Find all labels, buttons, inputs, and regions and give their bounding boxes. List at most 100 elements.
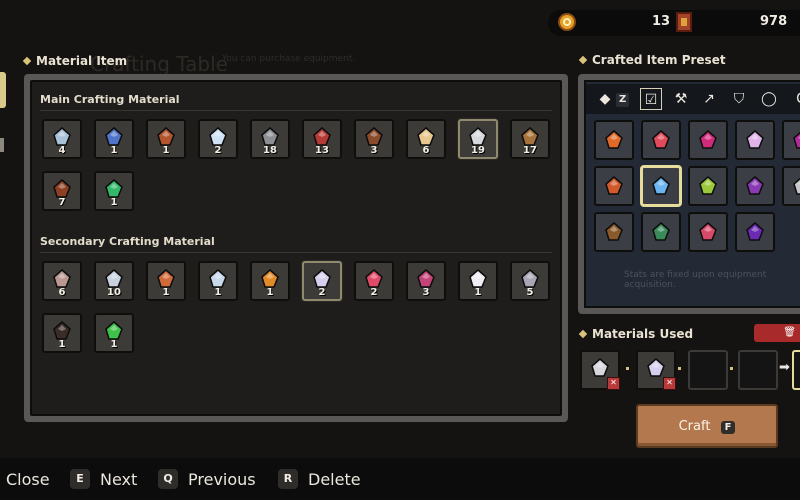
item-count: 18 <box>263 145 277 156</box>
item-count: 2 <box>214 145 222 156</box>
item-count: 2 <box>370 287 378 298</box>
item-count: 1 <box>110 145 118 156</box>
craft-button[interactable]: Craft F <box>636 404 778 448</box>
material-used-slot[interactable]: ✕ <box>580 350 620 390</box>
material-slot[interactable]: 13 <box>302 119 342 159</box>
material-slot[interactable]: 1 <box>458 261 498 301</box>
empty-slot[interactable] <box>688 350 728 390</box>
material-slot[interactable]: 2 <box>198 119 238 159</box>
preset-item-slot[interactable] <box>735 120 775 160</box>
checkbox-icon[interactable]: ☑ <box>640 88 662 110</box>
preset-item-slot[interactable] <box>688 120 728 160</box>
pink-chain-icon <box>699 222 717 241</box>
item-count: 13 <box>315 145 329 156</box>
material-slot[interactable]: 19 <box>458 119 498 159</box>
side-tab-active[interactable] <box>0 72 6 108</box>
pickaxe-icon[interactable]: ⚒ <box>670 88 692 110</box>
result-arrow-icon: ➡ <box>779 360 790 375</box>
shield-icon[interactable]: ⛉ <box>728 88 750 110</box>
trash-icon: 🗑 <box>783 327 796 338</box>
coin-count: 13 <box>652 14 671 29</box>
item-count: 19 <box>471 145 485 156</box>
ghost-subtitle: You can purchase equipment. <box>222 54 356 64</box>
gold-coin-icon <box>558 13 576 31</box>
material-item-heading: Material Item <box>22 54 127 68</box>
dark-amulet-icon <box>746 222 764 241</box>
material-slot[interactable]: 1 <box>94 119 134 159</box>
net-icon <box>793 177 800 195</box>
remove-material-icon[interactable]: ✕ <box>607 377 620 390</box>
material-slot[interactable]: 1 <box>146 119 186 159</box>
item-count: 1 <box>474 287 482 298</box>
material-slot[interactable]: 1 <box>94 171 134 211</box>
close-button[interactable]: Close <box>6 470 50 489</box>
back-arrow-icon[interactable]: ◆ Z <box>594 88 630 110</box>
secondary-material-heading: Secondary Crafting Material <box>40 235 215 248</box>
material-slot[interactable]: 10 <box>94 261 134 301</box>
book-count: 978 <box>760 14 788 29</box>
material-slot[interactable]: 3 <box>406 261 446 301</box>
item-count: 4 <box>58 145 66 156</box>
preset-item-slot[interactable] <box>735 212 775 252</box>
c-key-icon[interactable]: C <box>790 88 800 110</box>
material-slot[interactable]: 17 <box>510 119 550 159</box>
divider <box>40 110 552 111</box>
preset-item-slot[interactable] <box>641 212 681 252</box>
clear-materials-button[interactable]: 🗑 <box>754 324 800 342</box>
material-slot[interactable]: 1 <box>198 261 238 301</box>
fire-axe-icon <box>605 176 623 195</box>
preset-item-slot[interactable] <box>735 166 775 206</box>
spellbook-icon <box>676 12 692 32</box>
preset-item-slot[interactable] <box>782 120 800 160</box>
gauntlet-icon <box>605 222 623 241</box>
material-slot[interactable]: 2 <box>354 261 394 301</box>
item-count: 10 <box>107 287 121 298</box>
staff-icon[interactable]: ↗ <box>698 88 720 110</box>
material-slot[interactable]: 1 <box>94 313 134 353</box>
item-count: 1 <box>162 145 170 156</box>
delete-button[interactable]: Delete <box>308 470 361 489</box>
material-slot[interactable]: 3 <box>354 119 394 159</box>
side-tab[interactable] <box>0 138 4 152</box>
material-used-slot[interactable]: ✕ <box>636 350 676 390</box>
preset-item-slot[interactable] <box>594 166 634 206</box>
preset-item-slot[interactable] <box>688 166 728 206</box>
orb-staff-icon <box>746 130 764 149</box>
preset-item-slot[interactable] <box>594 212 634 252</box>
previous-button[interactable]: Previous <box>188 470 256 489</box>
preset-item-slot[interactable] <box>594 120 634 160</box>
preset-item-slot[interactable] <box>641 166 681 206</box>
material-slot[interactable]: 18 <box>250 119 290 159</box>
material-slot[interactable]: 1 <box>146 261 186 301</box>
materials-used-heading: Materials Used <box>578 327 693 341</box>
material-slot[interactable]: 4 <box>42 119 82 159</box>
shadow-staff-icon <box>746 176 764 195</box>
remove-material-icon[interactable]: ✕ <box>663 377 676 390</box>
preset-heading: Crafted Item Preset <box>578 53 726 67</box>
material-slot[interactable]: 6 <box>406 119 446 159</box>
main-material-heading: Main Crafting Material <box>40 93 180 106</box>
material-slot[interactable]: 5 <box>510 261 550 301</box>
diamond-bullet-icon <box>578 55 588 65</box>
connector-dot <box>678 367 681 370</box>
material-slot[interactable]: 2 <box>302 261 342 301</box>
item-count: 1 <box>214 287 222 298</box>
material-slot[interactable]: 6 <box>42 261 82 301</box>
empty-slot[interactable] <box>738 350 778 390</box>
material-slot[interactable]: 1 <box>42 313 82 353</box>
result-slot[interactable] <box>792 350 800 390</box>
ring-icon[interactable]: ◯ <box>758 88 780 110</box>
preset-item-slot[interactable] <box>688 212 728 252</box>
flame-sword-icon <box>605 130 623 149</box>
prism-crystal-icon <box>647 357 665 377</box>
preset-item-slot[interactable] <box>782 166 800 206</box>
material-slot[interactable]: 1 <box>250 261 290 301</box>
diamond-bullet-icon <box>578 329 588 339</box>
preset-item-slot[interactable] <box>641 120 681 160</box>
green-lantern-icon <box>699 176 717 195</box>
next-button[interactable]: Next <box>100 470 137 489</box>
crossbow-icon <box>652 130 670 149</box>
material-slot[interactable]: 7 <box>42 171 82 211</box>
previous-key-hint: Q <box>158 469 178 489</box>
connector-dot <box>626 367 629 370</box>
